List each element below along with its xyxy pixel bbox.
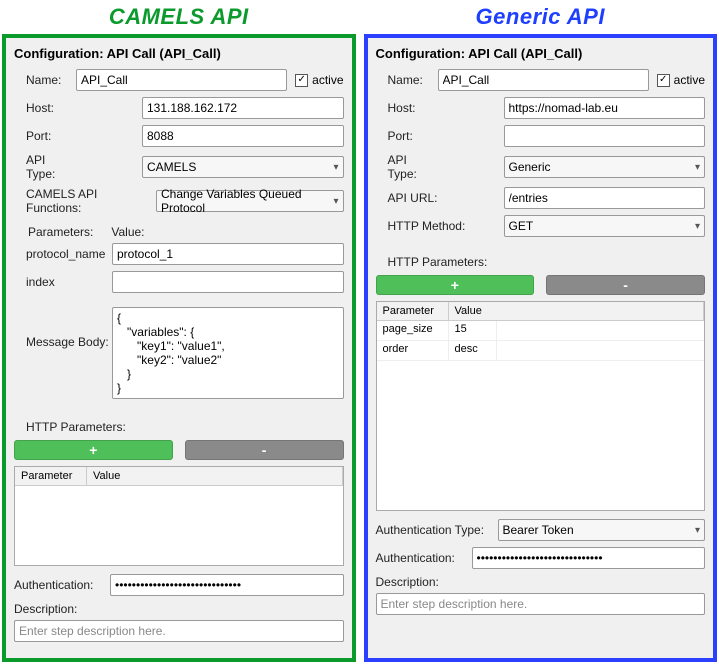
cell-value: desc: [449, 341, 497, 360]
message-body-textarea[interactable]: [112, 307, 344, 399]
api-url-label: API URL:: [388, 191, 438, 205]
port-label: Port:: [388, 129, 438, 143]
auth-type-value: Bearer Token: [503, 523, 574, 537]
table-row[interactable]: page_size 15: [377, 321, 705, 341]
remove-param-button[interactable]: -: [546, 275, 705, 295]
active-label: active: [312, 73, 343, 87]
http-params-label: HTTP Parameters:: [388, 255, 706, 269]
description-input[interactable]: [376, 593, 706, 615]
host-input[interactable]: [504, 97, 706, 119]
http-method-value: GET: [509, 219, 534, 233]
generic-config-panel: Configuration: API Call (API_Call) Name:…: [364, 34, 718, 662]
cell-param: order: [377, 341, 449, 360]
active-label: active: [674, 73, 705, 87]
port-input[interactable]: [142, 125, 344, 147]
host-label: Host:: [26, 101, 76, 115]
add-param-button[interactable]: +: [376, 275, 535, 295]
http-params-table[interactable]: Parameter Value: [14, 466, 344, 566]
name-label: Name:: [26, 73, 76, 87]
http-method-select[interactable]: GET ▾: [504, 215, 706, 237]
col-parameter: Parameter: [15, 467, 87, 485]
host-label: Host:: [388, 101, 438, 115]
chevron-down-icon: ▾: [695, 525, 700, 536]
name-input[interactable]: [438, 69, 649, 91]
api-url-input[interactable]: [504, 187, 706, 209]
camels-api-heading: CAMELS API: [2, 2, 356, 34]
message-body-label: Message Body:: [26, 307, 112, 349]
api-type-label: API Type:: [388, 153, 438, 181]
api-type-label: API Type:: [26, 153, 76, 181]
chevron-down-icon: ▾: [695, 221, 700, 232]
config-title: Configuration: API Call (API_Call): [376, 44, 706, 69]
table-header: Parameter Value: [377, 302, 705, 321]
port-input[interactable]: [504, 125, 706, 147]
camels-config-panel: Configuration: API Call (API_Call) Name:…: [2, 34, 356, 662]
camels-functions-label: CAMELS API Functions:: [26, 187, 156, 215]
cell-param: page_size: [377, 321, 449, 340]
camels-functions-select[interactable]: Change Variables Queued Protocol ▾: [156, 190, 344, 212]
auth-input[interactable]: [110, 574, 344, 596]
http-method-label: HTTP Method:: [388, 219, 470, 233]
col-parameter: Parameter: [377, 302, 449, 320]
http-params-label: HTTP Parameters:: [26, 420, 344, 434]
api-type-select[interactable]: Generic ▾: [504, 156, 706, 178]
add-param-button[interactable]: +: [14, 440, 173, 460]
camels-functions-value: Change Variables Queued Protocol: [161, 187, 333, 215]
cell-value: 15: [449, 321, 497, 340]
table-header: Parameter Value: [15, 467, 343, 486]
param1-input[interactable]: [112, 243, 344, 265]
auth-type-label: Authentication Type:: [376, 523, 498, 537]
check-icon: ✓: [295, 74, 308, 87]
params-header-value: Value:: [111, 225, 144, 239]
active-checkbox[interactable]: ✓ active: [657, 73, 705, 87]
name-input[interactable]: [76, 69, 287, 91]
param2-name: index: [26, 275, 112, 289]
host-input[interactable]: [142, 97, 344, 119]
table-row[interactable]: order desc: [377, 341, 705, 361]
col-value: Value: [449, 302, 705, 320]
api-type-value: CAMELS: [147, 160, 196, 174]
check-icon: ✓: [657, 74, 670, 87]
col-value: Value: [87, 467, 343, 485]
port-label: Port:: [26, 129, 76, 143]
param2-input[interactable]: [112, 271, 344, 293]
chevron-down-icon: ▾: [333, 162, 338, 173]
params-header: Parameters: Value:: [14, 221, 344, 243]
http-params-table[interactable]: Parameter Value page_size 15 order desc: [376, 301, 706, 511]
description-label: Description:: [14, 602, 344, 616]
params-header-param: Parameters:: [28, 225, 93, 239]
description-input[interactable]: [14, 620, 344, 642]
auth-label: Authentication:: [376, 551, 472, 565]
api-type-select[interactable]: CAMELS ▾: [142, 156, 344, 178]
chevron-down-icon: ▾: [695, 162, 700, 173]
auth-input[interactable]: [472, 547, 706, 569]
auth-label: Authentication:: [14, 578, 110, 592]
name-label: Name:: [388, 73, 438, 87]
config-title: Configuration: API Call (API_Call): [14, 44, 344, 69]
generic-api-heading: Generic API: [364, 2, 718, 34]
description-label: Description:: [376, 575, 706, 589]
remove-param-button[interactable]: -: [185, 440, 344, 460]
param1-name: protocol_name: [26, 247, 112, 261]
api-type-value: Generic: [509, 160, 551, 174]
chevron-down-icon: ▾: [333, 196, 338, 207]
auth-type-select[interactable]: Bearer Token ▾: [498, 519, 706, 541]
active-checkbox[interactable]: ✓ active: [295, 73, 343, 87]
